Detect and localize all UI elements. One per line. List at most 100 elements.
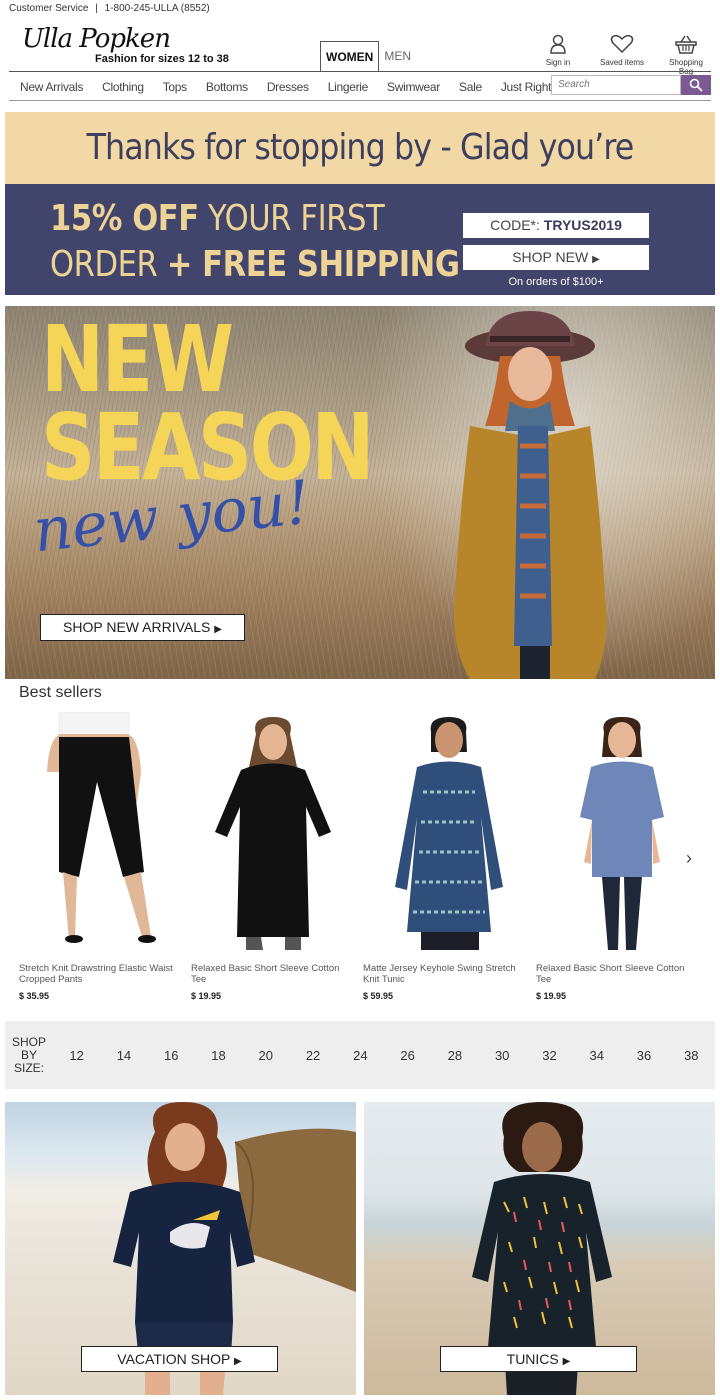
product-card[interactable]: Relaxed Basic Short Sleeve Cotton Tee $ … xyxy=(536,712,701,1001)
nav-clothing[interactable]: Clothing xyxy=(91,80,152,94)
size-link-28[interactable]: 28 xyxy=(431,1048,478,1063)
nav-lingerie[interactable]: Lingerie xyxy=(317,80,376,94)
heart-icon xyxy=(597,33,647,55)
caret-right-icon: ▶ xyxy=(562,1356,571,1367)
promo-code: TRYUS2019 xyxy=(543,217,622,233)
product-price: $ 19.95 xyxy=(536,991,567,1001)
carousel-next-icon[interactable]: › xyxy=(686,848,692,869)
sign-in-button[interactable]: Sign in xyxy=(533,33,583,76)
separator: | xyxy=(95,3,98,14)
nav-just-right[interactable]: Just Right xyxy=(490,80,559,94)
user-icon xyxy=(533,33,583,55)
offer-line-1: 15% OFF YOUR FIRST xyxy=(50,198,385,239)
nav-sale[interactable]: Sale xyxy=(448,80,490,94)
shop-new-button[interactable]: SHOP NEW ▶ xyxy=(463,245,649,270)
tab-women[interactable]: WOMEN xyxy=(320,41,380,72)
offer-line-2: ORDER + FREE SHIPPING xyxy=(50,244,460,285)
search-input[interactable]: Search xyxy=(551,75,681,95)
product-name[interactable]: Relaxed Basic Short Sleeve Cotton Tee xyxy=(191,963,356,985)
shop-by-size-label: SHOP BY SIZE: xyxy=(11,1036,47,1075)
offer-order: ORDER xyxy=(50,244,167,285)
welcome-banner: Thanks for stopping by - Glad you’re her… xyxy=(5,112,715,240)
brand-logo[interactable]: Ulla Popken Fashion for sizes 12 to 38 xyxy=(22,24,229,65)
size-link-34[interactable]: 34 xyxy=(573,1048,620,1063)
product-price: $ 59.95 xyxy=(363,991,394,1001)
code-label: CODE*: xyxy=(490,217,544,233)
saved-items-label: Saved items xyxy=(599,58,645,67)
logo-wordmark: Ulla Popken xyxy=(22,24,171,54)
search-bar: Search xyxy=(551,75,711,95)
phone-number[interactable]: 1-800-245-ULLA (8552) xyxy=(105,3,210,14)
shop-by-size-bar: SHOP BY SIZE: 12 14 16 18 20 22 24 26 28… xyxy=(5,1021,715,1089)
nav-swimwear[interactable]: Swimwear xyxy=(376,80,448,94)
product-card[interactable]: Stretch Knit Drawstring Elastic Waist Cr… xyxy=(19,711,184,1001)
product-name[interactable]: Matte Jersey Keyhole Swing Stretch Knit … xyxy=(363,963,528,985)
product-card[interactable]: Matte Jersey Keyhole Swing Stretch Knit … xyxy=(363,712,528,1001)
shop-new-arrivals-button[interactable]: SHOP NEW ARRIVALS ▶ xyxy=(40,614,245,641)
shop-new-arrivals-label: SHOP NEW ARRIVALS xyxy=(63,619,211,635)
vacation-shop-tile[interactable]: VACATION SHOP ▶ xyxy=(5,1102,356,1395)
product-image xyxy=(580,717,664,950)
size-link-22[interactable]: 22 xyxy=(290,1048,337,1063)
size-list: 12 14 16 18 20 22 24 26 28 30 32 34 36 3… xyxy=(53,1021,715,1089)
tunics-button[interactable]: TUNICS ▶ xyxy=(440,1346,637,1372)
tunics-label: TUNICS xyxy=(506,1351,559,1367)
size-link-32[interactable]: 32 xyxy=(526,1048,573,1063)
offer-first: YOUR FIRST xyxy=(198,198,385,239)
saved-items-button[interactable]: Saved items xyxy=(597,33,647,76)
shopping-bag-button[interactable]: Shopping Bag xyxy=(661,33,711,76)
offer-banner[interactable]: 15% OFF YOUR FIRST ORDER + FREE SHIPPING… xyxy=(5,184,715,295)
tunics-tile[interactable]: TUNICS ▶ xyxy=(364,1102,715,1395)
offer-free-shipping: + FREE SHIPPING xyxy=(166,244,460,285)
size-link-26[interactable]: 26 xyxy=(384,1048,431,1063)
hero-banner[interactable]: NEW SEASON new you! SHOP NEW ARRIVALS ▶ xyxy=(5,306,715,679)
search-icon xyxy=(689,78,703,92)
nav-dresses[interactable]: Dresses xyxy=(256,80,317,94)
product-image xyxy=(47,711,156,943)
size-link-20[interactable]: 20 xyxy=(242,1048,289,1063)
size-link-36[interactable]: 36 xyxy=(621,1048,668,1063)
size-link-30[interactable]: 30 xyxy=(479,1048,526,1063)
header-divider xyxy=(9,71,711,72)
header-actions: Sign in Saved items Shopping Bag xyxy=(533,33,711,76)
size-link-24[interactable]: 24 xyxy=(337,1048,384,1063)
product-image xyxy=(395,717,503,950)
nav-bottoms[interactable]: Bottoms xyxy=(195,80,256,94)
offer-percent: 15% OFF xyxy=(50,198,199,239)
caret-right-icon: ▶ xyxy=(592,254,600,265)
main-nav: New Arrivals Clothing Tops Bottoms Dress… xyxy=(9,74,711,101)
size-link-38[interactable]: 38 xyxy=(668,1048,715,1063)
product-name[interactable]: Stretch Knit Drawstring Elastic Waist Cr… xyxy=(19,963,184,985)
size-link-14[interactable]: 14 xyxy=(100,1048,147,1063)
size-link-18[interactable]: 18 xyxy=(195,1048,242,1063)
product-price: $ 19.95 xyxy=(191,991,222,1001)
top-bar: Customer Service | 1-800-245-ULLA (8552) xyxy=(9,3,214,14)
logo-tagline: Fashion for sizes 12 to 38 xyxy=(95,53,229,65)
size-link-16[interactable]: 16 xyxy=(148,1048,195,1063)
product-card[interactable]: Relaxed Basic Short Sleeve Cotton Tee $ … xyxy=(191,712,356,1001)
nav-new-arrivals[interactable]: New Arrivals xyxy=(9,80,91,94)
nav-tops[interactable]: Tops xyxy=(152,80,195,94)
basket-icon xyxy=(661,33,711,55)
product-price: $ 35.95 xyxy=(19,991,50,1001)
size-link-12[interactable]: 12 xyxy=(53,1048,100,1063)
offer-note: On orders of $100+ xyxy=(508,276,604,288)
tab-men[interactable]: MEN xyxy=(379,41,416,71)
vacation-shop-button[interactable]: VACATION SHOP ▶ xyxy=(81,1346,278,1372)
hero-model-image xyxy=(454,311,607,679)
customer-service-link[interactable]: Customer Service xyxy=(9,3,88,14)
size-label-line: SIZE: xyxy=(13,1061,44,1075)
shop-new-label: SHOP NEW xyxy=(512,249,589,265)
sign-in-label: Sign in xyxy=(545,58,571,67)
caret-right-icon: ▶ xyxy=(234,1356,242,1367)
caret-right-icon: ▶ xyxy=(214,624,222,635)
product-name[interactable]: Relaxed Basic Short Sleeve Cotton Tee xyxy=(536,963,701,985)
hero-title-new: NEW xyxy=(41,306,234,413)
gender-tabs: WOMEN MEN xyxy=(320,41,416,72)
best-sellers-carousel: Stretch Knit Drawstring Elastic Waist Cr… xyxy=(0,711,720,1012)
promo-code-box: CODE*: TRYUS2019 xyxy=(463,213,649,238)
best-sellers-heading: Best sellers xyxy=(19,684,102,701)
search-button[interactable] xyxy=(681,75,711,95)
product-image xyxy=(215,717,331,950)
vacation-shop-label: VACATION SHOP xyxy=(117,1351,231,1367)
